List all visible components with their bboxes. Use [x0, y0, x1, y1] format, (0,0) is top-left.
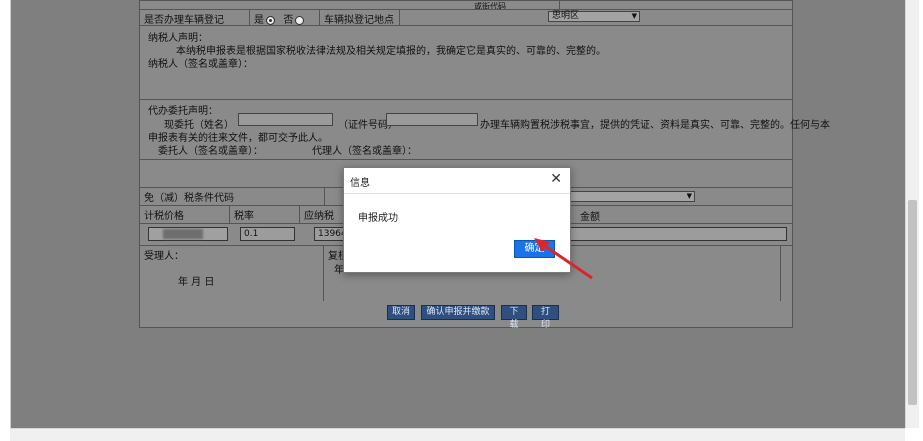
receiver-date: 年 月 日	[178, 277, 215, 288]
district-code-label: 或街代码	[470, 1, 560, 9]
agent-sign-label: 代理人（签名或盖章）：	[312, 146, 417, 157]
principal-sign-label: 委托人（签名或盖章）：	[158, 146, 263, 157]
taxpayer-declaration-section: 纳税人声明： 本纳税申报表是根据国家税收法律法规及相关规定填报的，我确定它是真实…	[140, 25, 792, 100]
receiver-label: 受理人：	[144, 251, 184, 262]
download-button[interactable]: 下载	[501, 305, 527, 330]
vertical-scrollbar[interactable]	[905, 0, 919, 428]
confirm-pay-button[interactable]: 确认申报并缴款	[421, 305, 495, 320]
dropdown-arrow-icon: ▼	[631, 12, 637, 20]
agent-line-suffix: 办理车辆购置税涉税事宜，提供的凭证、资料是真实、可靠、完整的。任何与本	[480, 120, 830, 131]
cancel-button[interactable]: 取消	[387, 305, 415, 320]
exempt-code-select[interactable]: ▼	[570, 191, 695, 202]
agent-id-input[interactable]	[386, 113, 478, 126]
vehicle-reg-question: 是否办理车辆登记	[140, 9, 250, 25]
dialog-divider	[344, 193, 570, 194]
col-tax-rate: 税率	[230, 205, 300, 223]
tax-declaration-form: 或街代码 是否办理车辆登记 是 否 车辆拟登记地点 思明区 ▼ 纳税人声明： 本…	[139, 0, 830, 330]
dialog-title: 信息	[350, 178, 370, 189]
option-yes-label: 是	[254, 15, 264, 25]
vehicle-reg-options: 是 否	[250, 9, 320, 25]
col-tax-price: 计税价格	[140, 205, 230, 223]
tax-rate-field: 0.1	[240, 227, 295, 241]
form-row-registration: 是否办理车辆登记 是 否 车辆拟登记地点 思明区 ▼	[140, 9, 792, 26]
exempt-code-label: 免（减）税条件代码	[140, 187, 325, 205]
dialog-message: 申报成功	[358, 213, 398, 224]
agent-name-input[interactable]	[238, 113, 333, 126]
print-button[interactable]: 打印	[532, 305, 559, 330]
blurred-value	[163, 229, 203, 239]
agent-decl-title: 代办委托声明：	[148, 106, 218, 117]
reg-location-label: 车辆拟登记地点	[320, 9, 400, 25]
horizontal-scrollbar[interactable]	[10, 428, 905, 441]
reg-location-select[interactable]: 思明区 ▼	[548, 11, 640, 22]
agent-declaration-section: 代办委托声明： 现委托（姓名） （证件号码） 办理车辆购置税涉税事宜，提供的凭证…	[140, 99, 830, 160]
close-icon[interactable]: ✕	[550, 171, 562, 187]
reg-location-value: 思明区	[552, 11, 580, 21]
taxpayer-sign-label: 纳税人（签名或盖章）：	[148, 59, 253, 70]
radio-no[interactable]	[295, 15, 305, 25]
dropdown-arrow-icon: ▼	[686, 192, 692, 200]
option-no-label: 否	[283, 15, 294, 25]
radio-yes[interactable]	[266, 15, 275, 25]
tax-price-blurred	[148, 227, 228, 241]
receiver-cell: 受理人： 年 月 日	[140, 245, 324, 301]
col-amount: 金额	[580, 212, 600, 223]
divider	[780, 245, 781, 301]
red-arrow-icon	[534, 238, 593, 280]
scrollbar-thumb[interactable]	[908, 200, 917, 405]
